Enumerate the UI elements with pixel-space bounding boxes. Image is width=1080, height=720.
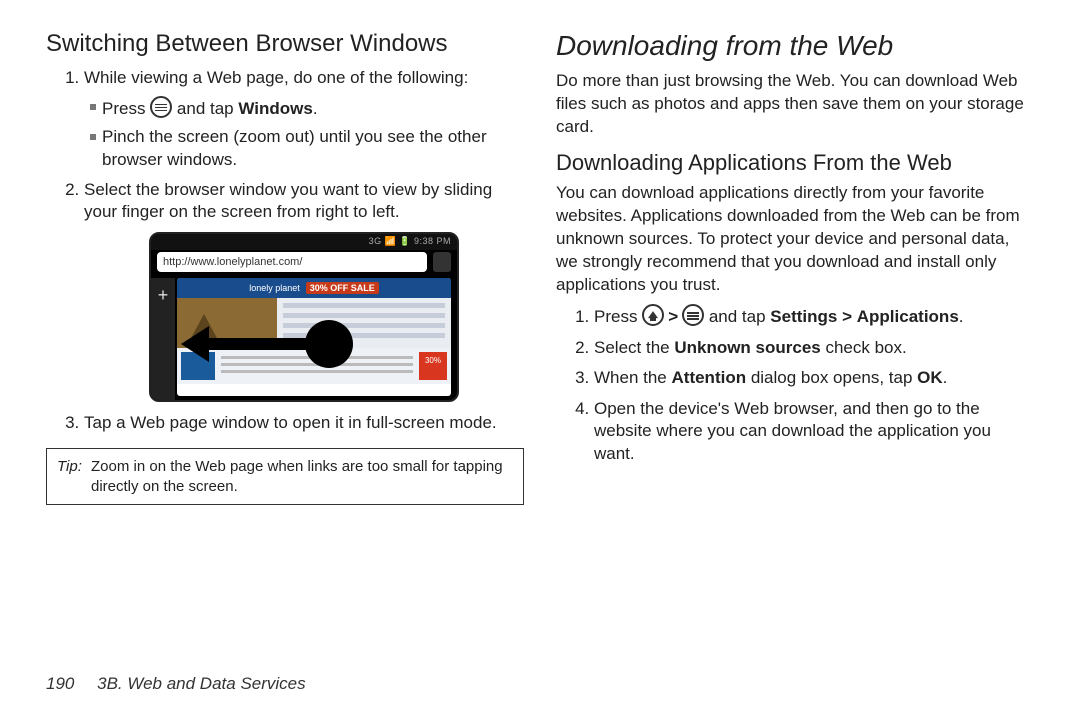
attention-label: Attention <box>672 368 747 387</box>
tip-box: Tip: Zoom in on the Web page when links … <box>46 448 524 505</box>
chevron-right-icon: > <box>668 306 678 328</box>
promo-box: 30% <box>419 352 447 380</box>
left-step-1: While viewing a Web page, do one of the … <box>84 67 524 171</box>
touch-point-icon <box>305 320 353 368</box>
settings-label: Settings <box>770 307 837 326</box>
heading-apps: Downloading Applications From the Web <box>556 149 1034 178</box>
heading-downloading: Downloading from the Web <box>556 28 1034 64</box>
left-substep-b: Pinch the screen (zoom out) until you se… <box>90 126 524 171</box>
status-bar: 3G 📶 🔋 9:38 PM <box>151 234 457 250</box>
right-step-1: Press > and tap Settings > Applications. <box>594 304 1034 328</box>
right-step-4: Open the device's Web browser, and then … <box>594 398 1034 465</box>
right-steps: Press > and tap Settings > Applications.… <box>556 304 1034 473</box>
left-substep-a: Press and tap Windows. <box>90 96 524 120</box>
apps-intro: You can download applications directly f… <box>556 182 1034 297</box>
section-title: 3B. Web and Data Services <box>97 674 306 693</box>
ok-label: OK <box>917 368 943 387</box>
right-step-2: Select the Unknown sources check box. <box>594 337 1034 359</box>
page-number: 190 <box>46 674 74 693</box>
left-steps: While viewing a Web page, do one of the … <box>46 67 524 442</box>
url-button <box>433 252 451 272</box>
swipe-arrow-icon <box>181 326 209 362</box>
menu-icon-2 <box>682 304 704 326</box>
left-step-2: Select the browser window you want to vi… <box>84 179 524 224</box>
unknown-sources-label: Unknown sources <box>674 338 820 357</box>
left-step-3: Tap a Web page window to open it in full… <box>84 412 524 434</box>
windows-label: Windows <box>238 99 312 118</box>
left-substeps: Press and tap Windows. Pinch the screen … <box>84 96 524 171</box>
tip-text: Zoom in on the Web page when links are t… <box>91 457 513 496</box>
url-bar: http://www.lonelyplanet.com/ <box>157 252 427 272</box>
left-column: Switching Between Browser Windows While … <box>46 28 524 630</box>
page-footer: 190 3B. Web and Data Services <box>46 674 306 694</box>
sale-banner: lonely planet30% OFF SALE <box>177 278 451 298</box>
browser-screenshot: 3G 📶 🔋 9:38 PM http://www.lonelyplanet.c… <box>149 232 459 402</box>
right-step-3: When the Attention dialog box opens, tap… <box>594 367 1034 389</box>
page-content: Switching Between Browser Windows While … <box>0 0 1080 640</box>
tip-label: Tip: <box>57 457 91 496</box>
new-tab-icon: + <box>151 278 175 400</box>
home-icon <box>642 304 664 326</box>
right-column: Downloading from the Web Do more than ju… <box>556 28 1034 630</box>
applications-label: Applications <box>857 307 959 326</box>
menu-icon <box>150 96 172 118</box>
downloading-intro: Do more than just browsing the Web. You … <box>556 70 1034 139</box>
heading-switching: Switching Between Browser Windows <box>46 28 524 59</box>
